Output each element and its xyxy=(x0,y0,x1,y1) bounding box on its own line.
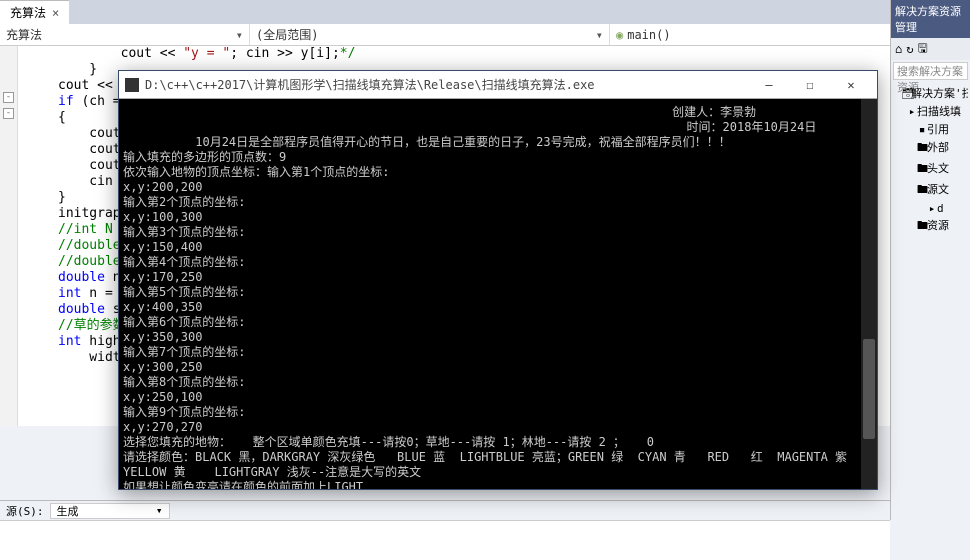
panel-title: 解决方案资源管理 xyxy=(891,0,970,38)
close-button[interactable]: ✕ xyxy=(831,74,871,96)
dropdown-label: 充算法 xyxy=(6,26,42,43)
console-line: 输入第8个顶点的坐标: xyxy=(123,375,873,390)
console-line: 输入第9个顶点的坐标: xyxy=(123,405,873,420)
scrollbar-thumb[interactable] xyxy=(863,339,875,439)
output-panel: 源(S): 生成 ▾ xyxy=(0,500,890,560)
console-line: 时间：2018年10月24日 xyxy=(123,120,873,135)
console-line: x,y:250,100 xyxy=(123,390,873,405)
cpp-icon: ▸ xyxy=(927,202,937,215)
fold-toggle[interactable]: - xyxy=(3,92,14,103)
tree-headers[interactable]: 🖿头文 xyxy=(893,159,968,180)
tree-solution[interactable]: 🗃解决方案'扫 xyxy=(893,84,968,102)
tree-sources[interactable]: 🖿源文 xyxy=(893,180,968,201)
document-tabs: 充算法 × xyxy=(0,0,970,24)
dropdown-label: (全局范围) xyxy=(256,26,318,43)
chevron-down-icon: ▾ xyxy=(156,504,163,517)
console-line: x,y:350,300 xyxy=(123,330,873,345)
folder-icon: 🖿 xyxy=(917,217,927,236)
refresh-icon[interactable]: ↻ xyxy=(906,42,913,56)
context-dropdowns: 充算法 ▾ (全局范围) ▾ ◉ main() ▾ xyxy=(0,24,970,46)
console-line: YELLOW 黄 LIGHTGRAY 浅灰--注意是大写的英文 xyxy=(123,465,873,480)
output-source-label: 源(S): xyxy=(6,503,44,519)
active-tab[interactable]: 充算法 × xyxy=(0,0,69,24)
console-line: 输入第7个顶点的坐标: xyxy=(123,345,873,360)
panel-toolbar: ⌂ ↻ 🖫 xyxy=(891,38,970,60)
console-line: 依次输入地物的顶点坐标：输入第1个顶点的坐标: xyxy=(123,165,873,180)
app-icon xyxy=(125,78,139,92)
console-line: x,y:270,270 xyxy=(123,420,873,435)
folder-icon: 🖿 xyxy=(917,181,927,200)
folder-icon: 🖿 xyxy=(917,139,927,158)
console-line: x,y:150,400 xyxy=(123,240,873,255)
console-title-text: D:\c++\c++2017\计算机图形学\扫描线填充算法\Release\扫描… xyxy=(145,76,749,93)
dropdown-label: 生成 xyxy=(57,503,79,519)
folder-icon: 🖿 xyxy=(917,160,927,179)
save-icon[interactable]: 🖫 xyxy=(917,39,927,60)
console-line: 如果想让颜色变亮请在颜色的前面加上LIGHT xyxy=(123,480,873,489)
chevron-down-icon: ▾ xyxy=(236,28,243,42)
console-line: x,y:400,350 xyxy=(123,300,873,315)
tab-spacer xyxy=(69,0,970,24)
console-line: 输入第3个顶点的坐标: xyxy=(123,225,873,240)
console-line: 选择您填充的地物： 整个区域单颜色充填---请按0；草地---请按 1；林地--… xyxy=(123,435,873,450)
tab-label: 充算法 xyxy=(10,4,46,21)
console-line: x,y:200,200 xyxy=(123,180,873,195)
minimize-button[interactable]: — xyxy=(749,74,789,96)
output-header: 源(S): 生成 ▾ xyxy=(0,501,890,521)
close-icon[interactable]: × xyxy=(52,6,59,20)
tree-external[interactable]: 🖿外部 xyxy=(893,138,968,159)
maximize-button[interactable]: ☐ xyxy=(790,74,830,96)
scope-project-dropdown[interactable]: 充算法 ▾ xyxy=(0,24,250,45)
console-line: 输入第6个顶点的坐标: xyxy=(123,315,873,330)
console-line: x,y:300,250 xyxy=(123,360,873,375)
tree-references[interactable]: ▪引用 xyxy=(893,120,968,138)
output-body[interactable] xyxy=(0,521,890,559)
solution-search-input[interactable]: 搜索解决方案资源 xyxy=(893,62,968,80)
tree-file[interactable]: ▸d xyxy=(893,201,968,216)
console-line: 创建人：李景勃 xyxy=(123,105,873,120)
chevron-down-icon: ▾ xyxy=(596,28,603,42)
console-titlebar[interactable]: D:\c++\c++2017\计算机图形学\扫描线填充算法\Release\扫描… xyxy=(119,71,877,99)
solution-icon: 🗃 xyxy=(901,87,911,100)
scope-global-dropdown[interactable]: (全局范围) ▾ xyxy=(250,24,610,45)
refs-icon: ▪ xyxy=(917,123,927,136)
project-icon: ▸ xyxy=(907,105,917,118)
console-scrollbar[interactable] xyxy=(861,99,877,489)
console-line: x,y:170,250 xyxy=(123,270,873,285)
console-line: 输入填充的多边形的顶点数：9 xyxy=(123,150,873,165)
console-line: x,y:100,300 xyxy=(123,210,873,225)
tree-project[interactable]: ▸扫描线填 xyxy=(893,102,968,120)
editor-gutter: - - xyxy=(0,46,18,426)
console-line: 输入第2个顶点的坐标: xyxy=(123,195,873,210)
console-body[interactable]: 创建人：李景勃 时间：2018年10月24日 10月24日是全部程序员值得开心的… xyxy=(119,99,877,489)
console-line: 输入第4个顶点的坐标: xyxy=(123,255,873,270)
tree-resources[interactable]: 🖿资源 xyxy=(893,216,968,237)
console-window: D:\c++\c++2017\计算机图形学\扫描线填充算法\Release\扫描… xyxy=(118,70,878,490)
solution-explorer: 解决方案资源管理 ⌂ ↻ 🖫 搜索解决方案资源 🗃解决方案'扫 ▸扫描线填 ▪引… xyxy=(890,0,970,520)
console-line: 10月24日是全部程序员值得开心的节日，也是自己重要的日子，23号完成，祝福全部… xyxy=(123,135,873,150)
output-source-dropdown[interactable]: 生成 ▾ xyxy=(50,503,170,519)
home-icon[interactable]: ⌂ xyxy=(895,42,902,56)
console-line: 输入第5个顶点的坐标: xyxy=(123,285,873,300)
fold-toggle[interactable]: - xyxy=(3,108,14,119)
console-line: 请选择颜色：BLACK 黑，DARKGRAY 深灰绿色 BLUE 蓝 LIGHT… xyxy=(123,450,873,465)
code-line: cout << "y = "; cin >> y[i];*/ xyxy=(18,46,970,62)
solution-tree[interactable]: 🗃解决方案'扫 ▸扫描线填 ▪引用 🖿外部 🖿头文 🖿源文 ▸d 🖿资源 xyxy=(891,82,970,239)
method-icon: ◉ xyxy=(616,28,623,42)
dropdown-label: main() xyxy=(627,28,670,42)
